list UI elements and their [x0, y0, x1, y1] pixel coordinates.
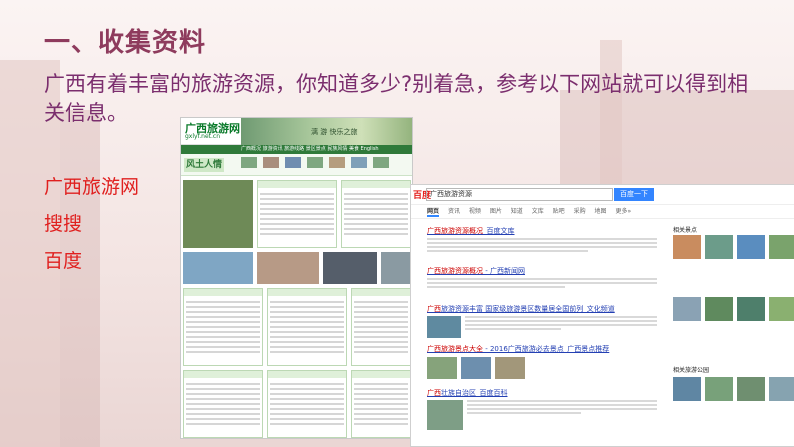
culture-label: 风土人情 — [184, 158, 224, 172]
landscape-photo-3 — [323, 252, 377, 284]
search-result[interactable]: 广西旅游景点大全 - 2016广西旅游必去景点_广西景点推荐 — [427, 345, 657, 354]
website-links: 广西旅游网 搜搜 百度 — [44, 174, 139, 285]
list-box-4 — [183, 370, 263, 438]
banner-text: 漓 游 快乐之旅 — [311, 128, 358, 136]
tab-images[interactable]: 图片 — [490, 208, 502, 215]
baidu-screenshot[interactable]: 百度 广西旅游资源 百度一下 网页 资讯 视频 图片 知道 文库 贴吧 采购 地… — [410, 184, 794, 447]
link-guangxi-travel[interactable]: 广西旅游网 — [44, 174, 139, 211]
tab-web[interactable]: 网页 — [427, 208, 440, 217]
sight-image[interactable] — [737, 297, 765, 321]
search-result[interactable]: 广西旅游资源概况_百度文库 — [427, 227, 657, 254]
baidu-tabs: 网页 资讯 视频 图片 知道 文库 贴吧 采购 地图 更多» — [411, 205, 794, 219]
result-title: - 广西新闻网 — [483, 267, 525, 275]
result-title-highlight: 广西 — [427, 305, 441, 313]
result-thumbnail — [427, 400, 463, 430]
baidu-search-input[interactable]: 广西旅游资源 — [426, 188, 613, 201]
park-image[interactable] — [737, 377, 765, 401]
sight-image[interactable] — [737, 235, 765, 259]
baidu-search-button[interactable]: 百度一下 — [614, 188, 654, 201]
list-box-5 — [267, 370, 347, 438]
people-photo — [183, 180, 253, 248]
tab-more[interactable]: 更多» — [615, 208, 631, 215]
tab-shopping[interactable]: 采购 — [574, 208, 586, 215]
tab-map[interactable]: 地图 — [595, 208, 607, 215]
thumb-4 — [307, 157, 323, 168]
link-baidu[interactable]: 百度 — [44, 248, 139, 285]
link-soso[interactable]: 搜搜 — [44, 211, 139, 248]
park-image[interactable] — [673, 377, 701, 401]
site-nav: 广西概况 旅游资讯 旅游线路 景区景点 民族风情 美食 English — [181, 145, 412, 154]
result-title: 壮族自治区_百度百科 — [441, 389, 508, 397]
landscape-photo-2 — [257, 252, 319, 284]
thumb-3 — [285, 157, 301, 168]
list-box-2 — [267, 288, 347, 366]
sight-image[interactable] — [769, 297, 794, 321]
site-header: 广西旅游网 gxlyf.net.cn 漓 游 快乐之旅 — [181, 118, 412, 145]
sight-image[interactable] — [705, 235, 733, 259]
search-result[interactable]: 广西旅游资源概况 - 广西新闻网 — [427, 267, 657, 290]
thumb-1 — [241, 157, 257, 168]
thumb-5 — [329, 157, 345, 168]
tab-news[interactable]: 资讯 — [448, 208, 460, 215]
park-image[interactable] — [769, 377, 794, 401]
slide-title: 一、收集资料 — [44, 28, 207, 58]
result-title-highlight: 广西 — [427, 389, 441, 397]
search-result[interactable]: 广西旅游资源丰富 国家级旅游景区数量居全国前列_文化频道 — [427, 305, 657, 332]
culture-strip: 风土人情 — [181, 154, 412, 176]
baidu-header: 百度 广西旅游资源 百度一下 — [411, 185, 794, 205]
sight-image[interactable] — [673, 297, 701, 321]
result-title: _百度文库 — [483, 227, 515, 235]
sight-image[interactable] — [705, 297, 733, 321]
thumb-2 — [263, 157, 279, 168]
list-box-1 — [183, 288, 263, 366]
landscape-photo-1 — [183, 252, 253, 284]
result-thumbnail — [427, 357, 457, 379]
result-thumbnail — [427, 316, 461, 338]
list-box-6 — [351, 370, 411, 438]
result-title-highlight: 广西旅游资源概况 — [427, 267, 483, 275]
result-title-highlight: 广西旅游景点大全 — [427, 345, 483, 353]
result-thumbnail — [461, 357, 491, 379]
related-parks-title: 相关旅游公园 — [673, 367, 710, 374]
result-title-highlight: 广西旅游资源概况 — [427, 227, 483, 235]
tab-video[interactable]: 视频 — [469, 208, 481, 215]
park-image[interactable] — [705, 377, 733, 401]
thumb-7 — [373, 157, 389, 168]
guangxi-travel-screenshot[interactable]: 广西旅游网 gxlyf.net.cn 漓 游 快乐之旅 广西概况 旅游资讯 旅游… — [180, 117, 413, 439]
related-sights-title: 相关景点 — [673, 227, 698, 234]
tab-zhidao[interactable]: 知道 — [511, 208, 523, 215]
sight-image[interactable] — [673, 235, 701, 259]
site-banner: 漓 游 快乐之旅 — [241, 118, 412, 145]
result-thumbnail — [495, 357, 525, 379]
info-box — [341, 180, 411, 248]
related-sights-panel: 相关景点 相关旅游公园 — [673, 225, 794, 401]
tab-wenku[interactable]: 文库 — [532, 208, 544, 215]
thumb-6 — [351, 157, 367, 168]
result-title: - 2016广西旅游必去景点_广西景点推荐 — [483, 345, 610, 353]
list-box-3 — [351, 288, 411, 366]
result-title: 旅游资源丰富 国家级旅游景区数量居全国前列_文化频道 — [441, 305, 615, 313]
tab-tieba[interactable]: 贴吧 — [553, 208, 565, 215]
site-url: gxlyf.net.cn — [185, 133, 221, 140]
news-box — [257, 180, 337, 248]
sight-image[interactable] — [769, 235, 794, 259]
landscape-photo-4 — [381, 252, 411, 284]
